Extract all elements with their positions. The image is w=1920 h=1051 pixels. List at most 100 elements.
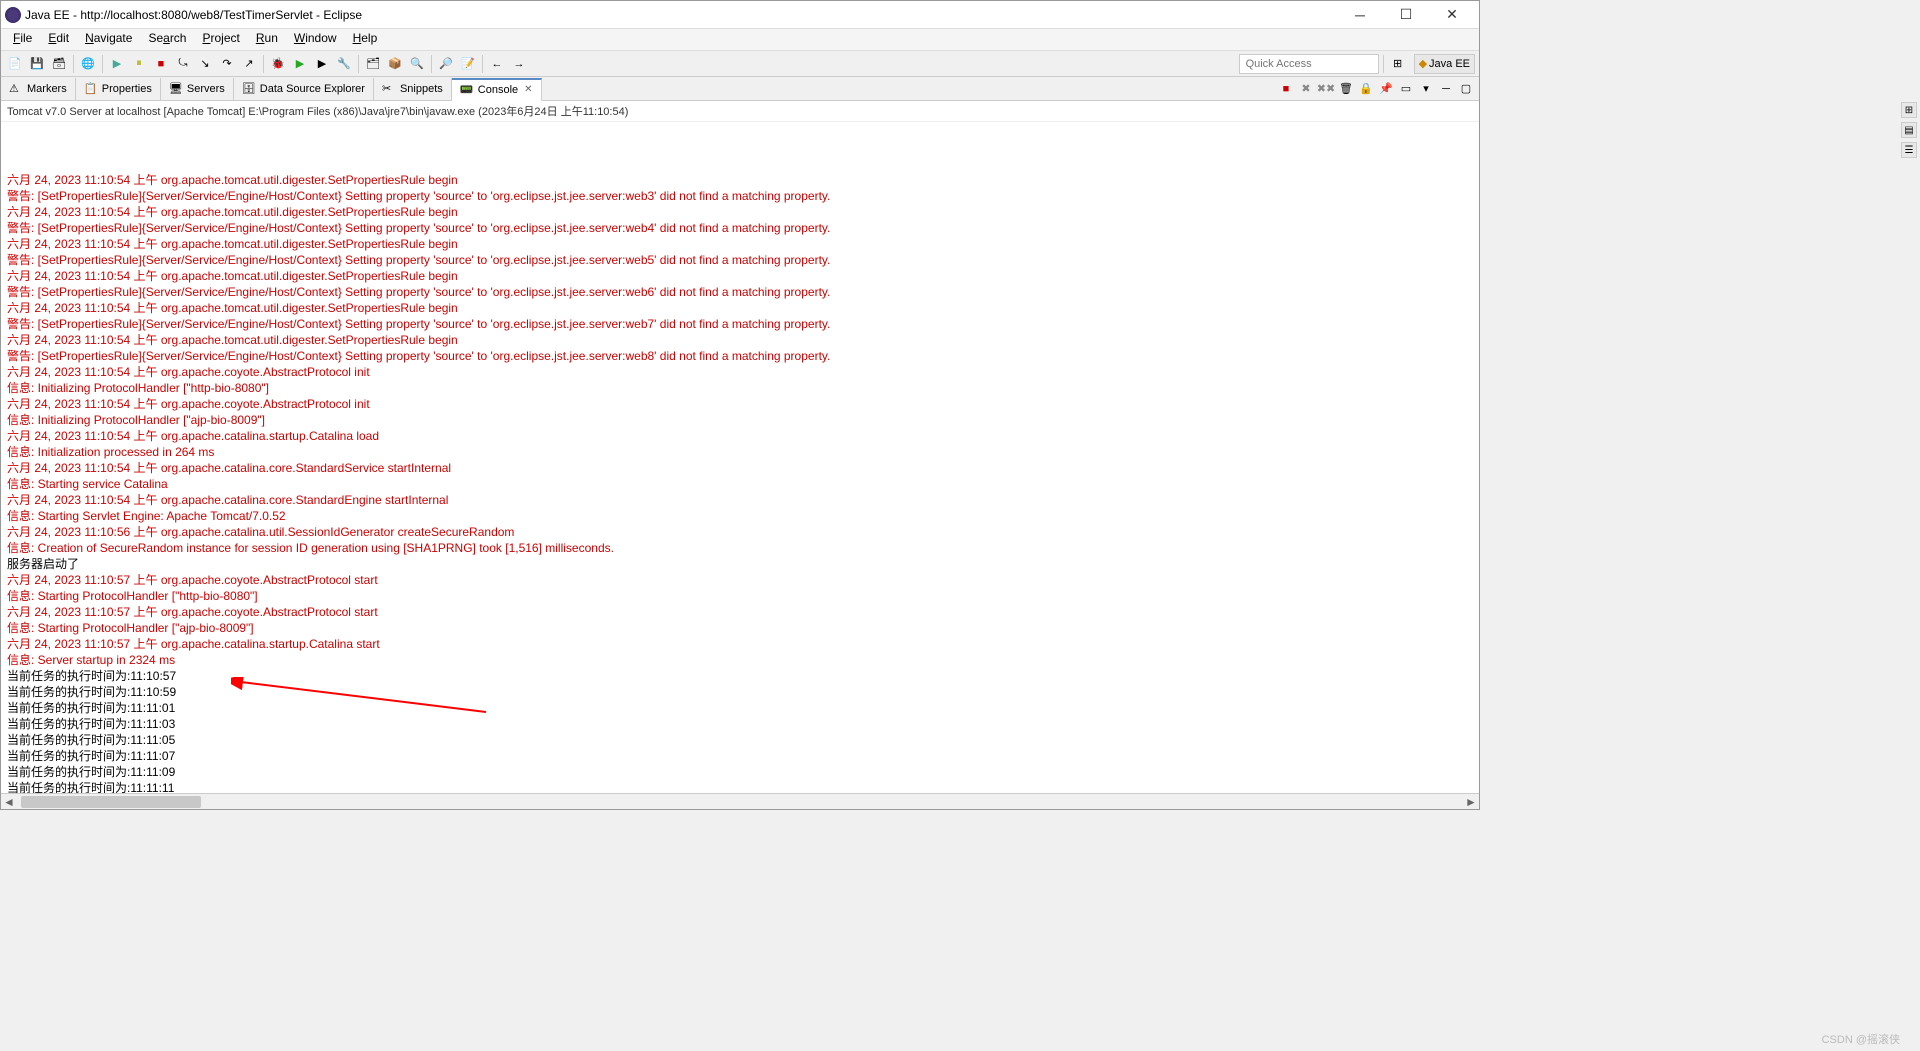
tab-markers[interactable]: ⚠Markers (1, 78, 76, 100)
forward-button[interactable]: → (509, 54, 529, 74)
horizontal-scrollbar[interactable]: ◄ ► (1, 793, 1479, 809)
menu-file[interactable]: File (5, 29, 40, 50)
search-button[interactable]: 🔎 (436, 54, 456, 74)
external-tools-button[interactable]: 🔧 (334, 54, 354, 74)
debug-resume-button[interactable]: ▶ (107, 54, 127, 74)
browser-button[interactable]: 🌐 (78, 54, 98, 74)
console-line: 信息: Starting Servlet Engine: Apache Tomc… (7, 508, 1473, 524)
remove-all-button[interactable]: ✖✖ (1317, 80, 1335, 98)
console-line: 信息: Server startup in 2324 ms (7, 652, 1473, 668)
tab-close-icon[interactable]: ✕ (524, 84, 532, 95)
annotation-button[interactable]: 📝 (458, 54, 478, 74)
console-line: 六月 24, 2023 11:10:54 上午 org.apache.tomca… (7, 172, 1473, 188)
open-console-button[interactable]: ▾ (1417, 80, 1435, 98)
console-line: 信息: Initializing ProtocolHandler ["ajp-b… (7, 412, 1473, 428)
console-line: 警告: [SetPropertiesRule]{Server/Service/E… (7, 284, 1473, 300)
scroll-left-icon[interactable]: ◄ (1, 795, 17, 809)
debug-pause-button[interactable]: ⏸ (129, 54, 149, 74)
menu-help[interactable]: Help (345, 29, 386, 50)
terminate-button[interactable]: ■ (1277, 80, 1295, 98)
menu-window[interactable]: Window (286, 29, 345, 50)
console-line: 警告: [SetPropertiesRule]{Server/Service/E… (7, 316, 1473, 332)
console-line: 六月 24, 2023 11:10:54 上午 org.apache.tomca… (7, 332, 1473, 348)
task-list-button[interactable]: ☰ (1901, 142, 1917, 158)
debug-stop-button[interactable]: ■ (151, 54, 171, 74)
clear-console-button[interactable]: 🗑 (1337, 80, 1355, 98)
step-over-button[interactable]: ↷ (217, 54, 237, 74)
display-selected-button[interactable]: ▭ (1397, 80, 1415, 98)
pin-console-button[interactable]: 📌 (1377, 80, 1395, 98)
console-line: 信息: Starting ProtocolHandler ["http-bio-… (7, 588, 1473, 604)
menu-project[interactable]: Project (194, 29, 247, 50)
console-line: 六月 24, 2023 11:10:54 上午 org.apache.tomca… (7, 268, 1473, 284)
titlebar: Java EE - http://localhost:8080/web8/Tes… (1, 1, 1479, 29)
console-line: 六月 24, 2023 11:10:57 上午 org.apache.coyot… (7, 604, 1473, 620)
console-line: 六月 24, 2023 11:10:54 上午 org.apache.tomca… (7, 204, 1473, 220)
minimize-button[interactable]: ─ (1337, 1, 1383, 29)
close-button[interactable]: ✕ (1429, 1, 1475, 29)
console-line: 六月 24, 2023 11:10:57 上午 org.apache.coyot… (7, 572, 1473, 588)
console-line: 六月 24, 2023 11:10:54 上午 org.apache.catal… (7, 492, 1473, 508)
step-return-button[interactable]: ↗ (239, 54, 259, 74)
tab-console[interactable]: 📟Console✕ (452, 78, 542, 101)
menubar: File Edit Navigate Search Project Run Wi… (1, 29, 1479, 51)
run-button[interactable]: ▶ (290, 54, 310, 74)
console-line: 信息: Creation of SecureRandom instance fo… (7, 540, 1473, 556)
quick-access-input[interactable] (1239, 54, 1379, 74)
restore-view-button[interactable]: ⊞ (1901, 102, 1917, 118)
menu-edit[interactable]: Edit (40, 29, 77, 50)
menu-run[interactable]: Run (248, 29, 286, 50)
new-server-button[interactable]: 🗂 (363, 54, 383, 74)
scrollbar-thumb[interactable] (21, 796, 201, 808)
console-line: 六月 24, 2023 11:10:57 上午 org.apache.catal… (7, 636, 1473, 652)
console-line: 六月 24, 2023 11:10:54 上午 org.apache.tomca… (7, 300, 1473, 316)
console-line: 信息: Initialization processed in 264 ms (7, 444, 1473, 460)
maximize-view-button[interactable]: ▢ (1457, 80, 1475, 98)
new-button[interactable]: 📄 (5, 54, 25, 74)
open-perspective-button[interactable]: ⊞ (1388, 54, 1408, 74)
scroll-lock-button[interactable]: 🔒 (1357, 80, 1375, 98)
console-line: 六月 24, 2023 11:10:54 上午 org.apache.coyot… (7, 396, 1473, 412)
maximize-button[interactable]: ☐ (1383, 1, 1429, 29)
window-title: Java EE - http://localhost:8080/web8/Tes… (25, 8, 1337, 22)
tab-label: Markers (27, 83, 67, 95)
console-line: 信息: Starting ProtocolHandler ["ajp-bio-8… (7, 620, 1473, 636)
console-output[interactable]: 六月 24, 2023 11:10:54 上午 org.apache.tomca… (1, 122, 1479, 793)
eclipse-window: Java EE - http://localhost:8080/web8/Tes… (0, 0, 1480, 810)
separator-icon (482, 55, 483, 73)
step-into-button[interactable]: ↘ (195, 54, 215, 74)
tab-servers[interactable]: 🖥Servers (161, 78, 234, 100)
menu-navigate[interactable]: Navigate (77, 29, 140, 50)
console-line: 警告: [SetPropertiesRule]{Server/Service/E… (7, 348, 1473, 364)
minimize-view-button[interactable]: ─ (1437, 80, 1455, 98)
save-button[interactable]: 💾 (27, 54, 47, 74)
console-line: 当前任务的执行时间为:11:11:11 (7, 780, 1473, 793)
debug-button[interactable]: 🐞 (268, 54, 288, 74)
scroll-right-icon[interactable]: ► (1463, 795, 1479, 809)
tab-snippets[interactable]: ✂Snippets (374, 78, 452, 100)
console-line: 当前任务的执行时间为:11:11:09 (7, 764, 1473, 780)
console-line: 当前任务的执行时间为:11:11:03 (7, 716, 1473, 732)
watermark: CSDN @摇滚侠 (1822, 1031, 1900, 1047)
back-button[interactable]: ← (487, 54, 507, 74)
properties-icon: 📋 (84, 82, 98, 96)
tab-properties[interactable]: 📋Properties (76, 78, 161, 100)
new-package-button[interactable]: 📦 (385, 54, 405, 74)
remove-launch-button[interactable]: ✖ (1297, 80, 1315, 98)
separator-icon (263, 55, 264, 73)
console-line: 当前任务的执行时间为:11:10:59 (7, 684, 1473, 700)
console-icon: 📟 (460, 83, 474, 97)
menu-search[interactable]: Search (140, 29, 194, 50)
save-all-button[interactable]: 🗃 (49, 54, 69, 74)
console-line: 警告: [SetPropertiesRule]{Server/Service/E… (7, 252, 1473, 268)
run-last-button[interactable]: ▶ (312, 54, 332, 74)
tab-label: Snippets (400, 83, 443, 95)
perspective-java-ee[interactable]: ◆ Java EE (1414, 54, 1475, 74)
debug-disconnect-button[interactable]: ⤿ (173, 54, 193, 74)
open-type-button[interactable]: 🔍 (407, 54, 427, 74)
outline-view-button[interactable]: ▤ (1901, 122, 1917, 138)
tab-data-source-explorer[interactable]: 🗄Data Source Explorer (234, 78, 374, 100)
console-line: 六月 24, 2023 11:10:54 上午 org.apache.catal… (7, 428, 1473, 444)
console-line: 信息: Initializing ProtocolHandler ["http-… (7, 380, 1473, 396)
console-toolbar: ■ ✖ ✖✖ 🗑 🔒 📌 ▭ ▾ ─ ▢ (1277, 80, 1479, 98)
